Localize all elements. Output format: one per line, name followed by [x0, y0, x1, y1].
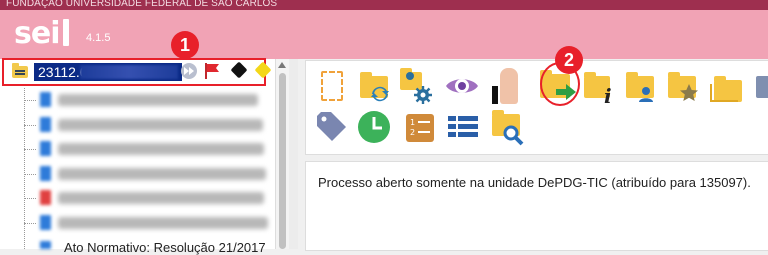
- scroll-up-icon[interactable]: [278, 62, 286, 68]
- tag-icon[interactable]: [314, 108, 350, 144]
- tree-item[interactable]: [24, 139, 274, 159]
- sign-icon[interactable]: [488, 64, 524, 104]
- app-header: sei 4.1.5: [0, 10, 768, 59]
- logo-text: sei: [14, 16, 60, 51]
- process-node[interactable]: 23112.0: [2, 58, 266, 86]
- process-tree: [0, 88, 275, 249]
- tree-item-label: [58, 143, 264, 155]
- sei-logo[interactable]: sei: [14, 18, 69, 50]
- panel-divider[interactable]: [289, 59, 298, 249]
- tree-item-label: [58, 192, 264, 204]
- tree-item[interactable]: [24, 115, 274, 135]
- app-version: 4.1.5: [86, 32, 111, 44]
- document-icon: [40, 215, 51, 230]
- scroll-thumb[interactable]: [279, 73, 286, 249]
- document-icon: [40, 190, 51, 205]
- tree-item[interactable]: [24, 164, 274, 184]
- tree-item[interactable]: [24, 90, 274, 110]
- tree-item-label: [58, 168, 266, 180]
- step-marker-1: 1: [171, 31, 199, 59]
- tree-item-last[interactable]: Ato Normativo: Resolução 21/2017: [64, 240, 266, 255]
- tree-item-label: [58, 217, 268, 229]
- tree-item[interactable]: [24, 213, 274, 233]
- tree-item[interactable]: [24, 188, 274, 208]
- process-number[interactable]: 23112.0: [34, 63, 182, 81]
- document-icon: [40, 241, 51, 249]
- process-status-message: Processo aberto somente na unidade DePDG…: [318, 175, 751, 190]
- institution-bar: FUNDAÇÃO UNIVERSIDADE FEDERAL DE SÃO CAR…: [0, 0, 768, 10]
- institution-name: FUNDAÇÃO UNIVERSIDADE FEDERAL DE SÃO CAR…: [6, 0, 278, 9]
- more-icon[interactable]: [752, 68, 768, 104]
- document-icon: [40, 141, 51, 156]
- document-icon: [40, 166, 51, 181]
- new-document-icon[interactable]: [316, 68, 352, 104]
- content-panel: Processo aberto somente na unidade DePDG…: [305, 161, 768, 251]
- step-marker-2: 2: [555, 46, 583, 74]
- document-icon: [40, 92, 51, 107]
- fast-forward-icon[interactable]: [181, 63, 197, 79]
- list-icon[interactable]: [446, 110, 482, 146]
- document-icon: [40, 117, 51, 132]
- assigned-user-icon[interactable]: [622, 68, 658, 104]
- tree-scrollbar[interactable]: [275, 59, 289, 249]
- folders-icon[interactable]: [708, 68, 744, 104]
- reopen-process-icon[interactable]: [356, 68, 392, 104]
- assign-process-icon[interactable]: [398, 68, 434, 104]
- process-folder-icon: [12, 63, 28, 78]
- list-numbered-icon[interactable]: 12: [404, 110, 440, 146]
- process-info-icon[interactable]: i: [580, 68, 616, 108]
- tree-item-label: [58, 119, 263, 131]
- favorite-icon[interactable]: [664, 68, 700, 104]
- logo-mark: [62, 19, 69, 46]
- search-folder-icon[interactable]: [488, 110, 524, 146]
- flag-icon[interactable]: [205, 63, 207, 79]
- clock-icon[interactable]: [357, 110, 393, 146]
- tree-item-label: [58, 94, 258, 106]
- view-icon[interactable]: [444, 68, 480, 104]
